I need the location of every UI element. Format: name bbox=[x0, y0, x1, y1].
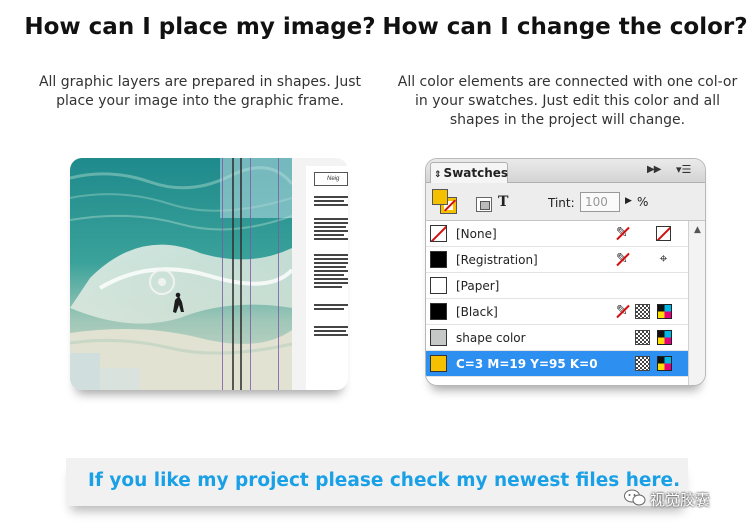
document-heading: Neig bbox=[314, 172, 348, 186]
swatch-chip bbox=[430, 355, 447, 372]
call-to-action-banner[interactable]: If you like my project please check my n… bbox=[66, 458, 688, 506]
right-column-title: How can I change the color? bbox=[382, 14, 748, 40]
no-edit-icon bbox=[616, 304, 631, 319]
panel-menu-icon[interactable]: ▾☰ bbox=[676, 163, 691, 176]
swatches-toolbar: T Tint: ▶ % bbox=[426, 183, 705, 221]
text-line bbox=[314, 286, 342, 288]
swatch-chip bbox=[430, 251, 447, 268]
text-line bbox=[314, 200, 344, 202]
no-edit-icon bbox=[616, 226, 631, 241]
text-line bbox=[314, 230, 348, 232]
watermark: 视觉胶囊 bbox=[624, 487, 742, 509]
swatch-row-selected[interactable]: C=3 M=19 Y=95 K=0 bbox=[426, 351, 688, 377]
swatch-name: C=3 M=19 Y=95 K=0 bbox=[456, 357, 598, 371]
text-line bbox=[314, 274, 344, 276]
swatch-row-registration[interactable]: [Registration] ⌖ bbox=[426, 247, 688, 273]
layout-guide bbox=[222, 158, 223, 390]
swatch-chip bbox=[430, 303, 447, 320]
layout-guide bbox=[250, 158, 251, 390]
swatch-name: shape color bbox=[456, 331, 526, 345]
text-line bbox=[314, 238, 348, 240]
fill-stroke-icon[interactable] bbox=[432, 189, 458, 215]
process-icon bbox=[635, 304, 650, 319]
cmyk-icon bbox=[657, 356, 672, 371]
text-line bbox=[314, 234, 344, 236]
tint-input[interactable] bbox=[580, 192, 620, 212]
process-icon bbox=[635, 356, 650, 371]
swatch-row-black[interactable]: [Black] bbox=[426, 299, 688, 325]
call-to-action-link[interactable]: If you like my project please check my n… bbox=[88, 470, 680, 491]
collapse-panel-icon[interactable]: ▶▶ bbox=[647, 164, 661, 175]
text-line bbox=[314, 330, 346, 332]
swatches-tab-label: Swatches bbox=[443, 166, 509, 180]
swatch-chip bbox=[430, 277, 447, 294]
tint-percent-label: % bbox=[637, 195, 649, 209]
layout-guide bbox=[232, 158, 234, 390]
wechat-logo-icon bbox=[624, 489, 646, 506]
text-line bbox=[314, 222, 348, 224]
text-line bbox=[314, 196, 348, 198]
no-edit-icon bbox=[616, 252, 631, 267]
registration-icon: ⌖ bbox=[659, 251, 668, 267]
text-line bbox=[314, 326, 348, 328]
text-line bbox=[314, 266, 346, 268]
surf-photo bbox=[70, 158, 292, 390]
cmyk-icon bbox=[657, 304, 672, 319]
swatch-chip bbox=[430, 225, 447, 242]
swatch-name: [None] bbox=[456, 227, 497, 241]
swatch-list: [None] [Registration] ⌖ [Paper] [Black] … bbox=[426, 221, 688, 385]
text-line bbox=[314, 218, 348, 220]
swatch-row-none[interactable]: [None] bbox=[426, 221, 688, 247]
process-icon bbox=[635, 330, 650, 345]
scroll-up-icon[interactable]: ▲ bbox=[694, 225, 701, 235]
text-line bbox=[314, 270, 348, 272]
cmyk-icon bbox=[657, 330, 672, 345]
text-line bbox=[314, 278, 348, 280]
swatches-panel: ⇕Swatches ▶▶ ▾☰ T Tint: ▶ % [None] [Regi… bbox=[425, 158, 706, 386]
text-line bbox=[314, 304, 348, 306]
watermark-text: 视觉胶囊 bbox=[650, 491, 711, 509]
updown-arrows-icon: ⇕ bbox=[434, 170, 442, 180]
swatch-scrollbar[interactable]: ▲ bbox=[688, 221, 705, 385]
swatch-chip bbox=[430, 329, 447, 346]
left-column-title: How can I place my image? bbox=[24, 14, 376, 40]
swatch-name: [Black] bbox=[456, 305, 498, 319]
swatch-name: [Registration] bbox=[456, 253, 538, 267]
text-line bbox=[314, 204, 348, 206]
text-line bbox=[314, 308, 344, 310]
image-placement-preview: Neig bbox=[70, 158, 348, 390]
format-text-icon[interactable]: T bbox=[498, 194, 508, 210]
none-icon bbox=[656, 226, 671, 241]
tint-slider-arrow-icon[interactable]: ▶ bbox=[625, 196, 632, 206]
text-line bbox=[314, 262, 348, 264]
layout-guide bbox=[278, 158, 279, 390]
tint-label: Tint: bbox=[548, 196, 575, 210]
text-line bbox=[314, 258, 348, 260]
left-column-description: All graphic layers are prepared in shape… bbox=[38, 74, 362, 109]
text-line bbox=[314, 226, 346, 228]
right-column-description: All color elements are connected with on… bbox=[397, 74, 738, 128]
text-line bbox=[314, 282, 348, 284]
swatch-row-shape-color[interactable]: shape color bbox=[426, 325, 688, 351]
swatches-tab[interactable]: ⇕ Swatches bbox=[430, 162, 508, 183]
panel-header: ⇕ Swatches ▶▶ ▾☰ bbox=[426, 159, 705, 183]
text-line bbox=[314, 254, 348, 256]
format-container-icon[interactable] bbox=[476, 197, 492, 212]
layout-guide bbox=[240, 158, 242, 390]
swatch-name: [Paper] bbox=[456, 279, 500, 293]
swatch-row-paper[interactable]: [Paper] bbox=[426, 273, 688, 299]
text-line bbox=[314, 334, 348, 336]
